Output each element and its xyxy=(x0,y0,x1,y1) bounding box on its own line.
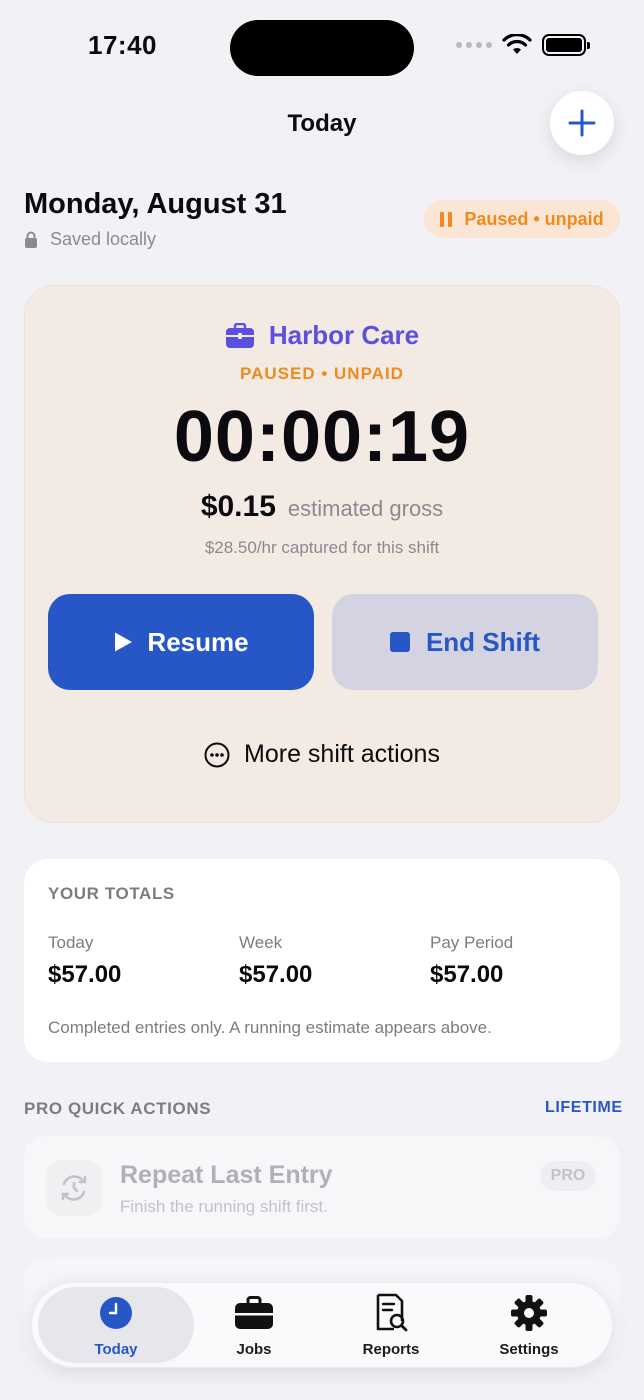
total-label: Week xyxy=(239,933,283,952)
lock-icon xyxy=(25,231,37,248)
total-value: $57.00 xyxy=(239,961,313,988)
job-row: Harbor Care xyxy=(25,320,619,351)
ellipsis-circle-icon xyxy=(204,742,230,767)
signal-icon xyxy=(456,42,492,48)
status-badge: Paused • unpaid xyxy=(424,200,620,238)
report-search-icon xyxy=(371,1293,411,1333)
page-title: Today xyxy=(287,110,357,137)
tab-label: Reports xyxy=(362,1341,420,1358)
date-title: Monday, August 31 xyxy=(24,188,287,220)
gear-icon xyxy=(509,1293,549,1333)
totals-card: YOUR TOTALS Today $57.00 Week $57.00 Pay… xyxy=(24,859,620,1062)
total-value: $57.00 xyxy=(48,961,122,988)
tab-label: Settings xyxy=(499,1341,559,1358)
saved-locally-label: Saved locally xyxy=(24,229,156,250)
tab-settings[interactable]: Settings xyxy=(469,1293,589,1358)
totals-heading: YOUR TOTALS xyxy=(48,884,175,903)
pro-badge: PRO xyxy=(540,1161,596,1191)
tab-reports[interactable]: Reports xyxy=(331,1293,451,1358)
total-label: Pay Period xyxy=(430,933,514,952)
total-today: Today $57.00 xyxy=(48,933,121,989)
shift-timer: 00:00:19 xyxy=(173,397,471,477)
play-icon xyxy=(115,632,133,652)
saved-text: Saved locally xyxy=(50,229,157,249)
resume-button[interactable]: Resume xyxy=(48,594,314,690)
end-shift-label: End Shift xyxy=(425,626,541,657)
wifi-icon xyxy=(502,34,532,54)
status-time: 17:40 xyxy=(88,30,157,60)
dynamic-island xyxy=(230,20,414,76)
tab-jobs[interactable]: Jobs xyxy=(194,1293,314,1358)
history-icon xyxy=(46,1160,102,1216)
pause-icon xyxy=(440,211,453,227)
clock-icon xyxy=(96,1293,136,1333)
resume-label: Resume xyxy=(147,626,249,657)
gross-amount: $0.15 xyxy=(200,490,276,523)
rate-note: $28.50/hr captured for this shift xyxy=(204,538,440,557)
tab-bar: Today Jobs Reports Settings xyxy=(31,1282,613,1368)
total-week: Week $57.00 xyxy=(239,933,312,989)
gross-row: $0.15 estimated gross xyxy=(25,490,619,524)
repeat-last-entry-action[interactable]: Repeat Last Entry Finish the running shi… xyxy=(24,1136,620,1238)
tab-label: Jobs xyxy=(236,1341,272,1358)
more-actions-label: More shift actions xyxy=(244,740,440,768)
tab-label: Today xyxy=(94,1341,138,1358)
tab-today[interactable]: Today xyxy=(56,1293,176,1358)
totals-note: Completed entries only. A running estima… xyxy=(48,1018,492,1037)
plan-label: LIFETIME xyxy=(545,1099,623,1116)
job-name: Harbor Care xyxy=(268,320,420,350)
more-shift-actions-button[interactable]: More shift actions xyxy=(25,740,619,769)
total-pay-period: Pay Period $57.00 xyxy=(430,933,513,989)
status-icons xyxy=(456,34,590,56)
briefcase-icon xyxy=(225,322,254,348)
battery-icon xyxy=(542,34,590,56)
gross-label: estimated gross xyxy=(287,496,444,521)
add-entry-button[interactable] xyxy=(550,91,614,155)
stop-icon xyxy=(389,632,410,652)
total-value: $57.00 xyxy=(430,961,504,988)
shift-status: PAUSED • UNPAID xyxy=(240,364,404,383)
status-badge-label: Paused • unpaid xyxy=(464,208,604,229)
total-label: Today xyxy=(48,933,94,952)
active-shift-card: Harbor Care PAUSED • UNPAID 00:00:19 $0.… xyxy=(24,285,620,823)
end-shift-button[interactable]: End Shift xyxy=(332,594,598,690)
briefcase-icon xyxy=(234,1293,274,1333)
plus-icon xyxy=(568,109,596,137)
action-subtitle: Finish the running shift first. xyxy=(120,1197,328,1216)
action-title: Repeat Last Entry xyxy=(120,1161,333,1189)
pro-actions-heading: PRO QUICK ACTIONS xyxy=(24,1099,212,1118)
